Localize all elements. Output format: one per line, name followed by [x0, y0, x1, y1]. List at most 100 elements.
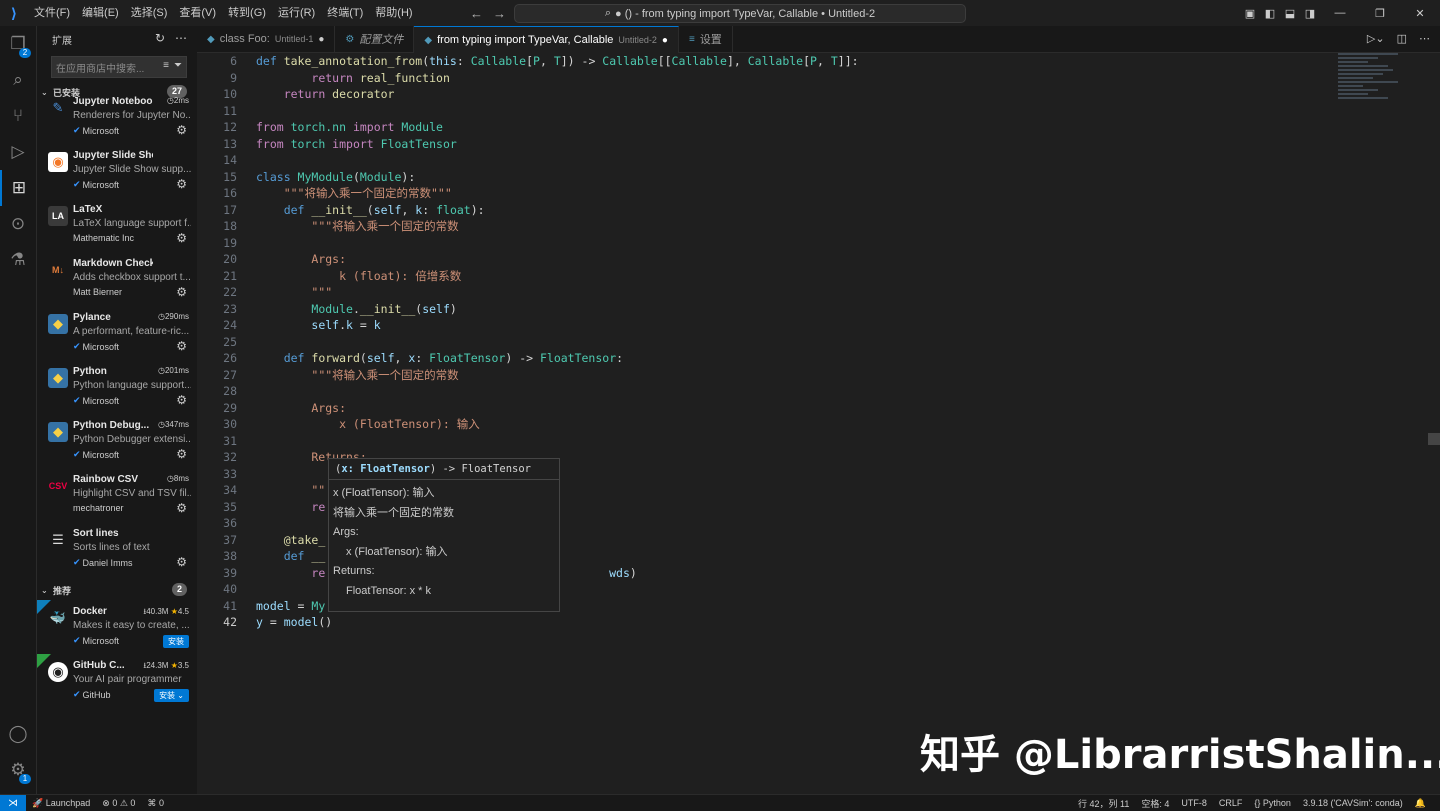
more-actions-icon[interactable]: ⋯	[1419, 32, 1430, 45]
code-line[interactable]: 24 self.k = k	[197, 317, 1337, 334]
extension-search-input[interactable]: 在应用商店中搜索... ≡ ⏷	[51, 56, 187, 78]
language-mode[interactable]: {} Python	[1248, 798, 1297, 808]
code-line[interactable]: 20 Args:	[197, 251, 1337, 268]
toggle-sidebar-icon[interactable]: ◧	[1260, 7, 1280, 20]
code-line[interactable]: 28	[197, 383, 1337, 400]
install-button[interactable]: 安装 ⌄	[154, 689, 189, 702]
back-arrow-icon[interactable]: ←	[470, 6, 483, 21]
clear-filter-icon[interactable]: ≡	[163, 60, 169, 71]
manage-gear-icon[interactable]: ⚙	[176, 501, 187, 515]
manage-gear-icon[interactable]: ⚙	[176, 285, 187, 299]
code-line[interactable]: 25	[197, 334, 1337, 351]
menu-edit[interactable]: 编辑(E)	[76, 0, 125, 26]
remote-icon[interactable]: ⋊	[0, 795, 26, 811]
extension-item[interactable]: ◆ Pylance ◷290ms A performant, feature-ric.…	[37, 306, 197, 360]
extension-item[interactable]: ☰ Sort lines Sorts lines of text ✔ Daniel Im…	[37, 522, 197, 576]
code-line[interactable]: 6 def take_annotation_from(this: Callable…	[197, 53, 1337, 70]
menu-view[interactable]: 查看(V)	[173, 0, 222, 26]
code-line[interactable]: 26 def forward(self, x: FloatTensor) -> …	[197, 350, 1337, 367]
code-line[interactable]: 18 """将输入乘一个固定的常数	[197, 218, 1337, 235]
tab-untitled-2[interactable]: ◆ from typing import TypeVar, Callable U…	[414, 26, 679, 53]
run-debug-icon[interactable]: ▷	[0, 134, 36, 170]
code-line[interactable]: 19	[197, 235, 1337, 252]
close-icon[interactable]: ✕	[1400, 7, 1440, 20]
ports-item[interactable]: ⌘ 0	[141, 798, 170, 809]
unsaved-dot-icon[interactable]: ●	[318, 34, 324, 45]
code-line[interactable]: 13 from torch import FloatTensor	[197, 136, 1337, 153]
extension-item[interactable]: 🐳 Docker ⭳40.3M ★4.5 Makes it easy to creat…	[37, 600, 197, 654]
chevron-down-icon[interactable]: ⌄	[177, 691, 184, 700]
manage-gear-icon[interactable]: ⚙ 1	[0, 752, 36, 788]
python-interpreter[interactable]: 3.9.18 ('CAVSim': conda)	[1297, 798, 1409, 808]
command-center[interactable]: ⌕ ● () - from typing import TypeVar, Cal…	[514, 4, 966, 23]
manage-gear-icon[interactable]: ⚙	[176, 555, 187, 569]
forward-arrow-icon[interactable]: →	[493, 6, 506, 21]
extensions-icon[interactable]: ⊞	[0, 170, 36, 206]
menu-file[interactable]: 文件(F)	[28, 0, 76, 26]
extension-item[interactable]: ◆ Python Debug... ◷347ms Python Debugger ex…	[37, 414, 197, 468]
extension-item[interactable]: ◆ Python ◷201ms Python language support... ✔…	[37, 360, 197, 414]
git-graph-icon[interactable]: ⊙	[0, 206, 36, 242]
notifications-bell-icon[interactable]: 🔔	[1409, 798, 1432, 809]
code-line[interactable]: 15 class MyModule(Module):	[197, 169, 1337, 186]
minimap[interactable]	[1338, 53, 1428, 133]
layout-icon[interactable]: ▣	[1240, 7, 1260, 20]
encoding[interactable]: UTF-8	[1175, 798, 1213, 808]
code-line[interactable]: 23 Module.__init__(self)	[197, 301, 1337, 318]
code-line[interactable]: 42 y = model()	[197, 614, 1337, 631]
code-line[interactable]: 12 from torch.nn import Module	[197, 119, 1337, 136]
problems-item[interactable]: ⊗ 0 ⚠ 0	[96, 798, 141, 809]
explorer-icon[interactable]: ❐ 2	[0, 26, 36, 62]
manage-gear-icon[interactable]: ⚙	[176, 339, 187, 353]
account-icon[interactable]: ◯	[0, 716, 36, 752]
extension-item[interactable]: LA LaTeX LaTeX language support f... Mathem…	[37, 198, 197, 252]
line-ending[interactable]: CRLF	[1213, 798, 1249, 808]
split-editor-icon[interactable]: ◫	[1397, 32, 1407, 45]
code-line[interactable]: 30 x (FloatTensor): 输入	[197, 416, 1337, 433]
vertical-scrollbar[interactable]	[1428, 53, 1440, 794]
extension-item[interactable]: CSV Rainbow CSV ◷8ms Highlight CSV and TSV …	[37, 468, 197, 522]
manage-gear-icon[interactable]: ⚙	[176, 123, 187, 137]
manage-gear-icon[interactable]: ⚙	[176, 447, 187, 461]
menu-terminal[interactable]: 终端(T)	[321, 0, 369, 26]
code-line[interactable]: 29 Args:	[197, 400, 1337, 417]
tab-untitled-1[interactable]: ◆ class Foo: Untitled-1 ●	[197, 26, 336, 52]
code-line[interactable]: 31	[197, 433, 1337, 450]
cursor-position[interactable]: 行 42，列 11	[1072, 797, 1135, 810]
scrollbar-thumb[interactable]	[1428, 433, 1440, 445]
menu-help[interactable]: 帮助(H)	[369, 0, 418, 26]
run-icon[interactable]: ▷⌄	[1367, 32, 1385, 45]
minimize-icon[interactable]: —	[1320, 7, 1360, 19]
install-button[interactable]: 安装	[163, 635, 189, 648]
code-line[interactable]: 27 """将输入乘一个固定的常数	[197, 367, 1337, 384]
restore-icon[interactable]: ❐	[1360, 7, 1400, 20]
code-line[interactable]: 9 return real_function	[197, 70, 1337, 87]
code-line[interactable]: 21 k (float): 倍增系数	[197, 268, 1337, 285]
menu-run[interactable]: 运行(R)	[272, 0, 321, 26]
extension-item[interactable]: ◉ GitHub C... ⭳24.3M ★3.5 Your AI pair prog…	[37, 654, 197, 708]
unsaved-dot-icon[interactable]: ●	[662, 35, 668, 46]
menu-go[interactable]: 转到(G)	[222, 0, 272, 26]
extension-item[interactable]: M↓ Markdown Checkboxes Adds checkbox suppo…	[37, 252, 197, 306]
code-line[interactable]: 16 """将输入乘一个固定的常数"""	[197, 185, 1337, 202]
code-line[interactable]: 11	[197, 103, 1337, 120]
toggle-secondary-sidebar-icon[interactable]: ◨	[1300, 7, 1320, 20]
source-control-icon[interactable]: ⑂	[0, 98, 36, 134]
code-line[interactable]: 10 return decorator	[197, 86, 1337, 103]
tab-settings[interactable]: ≡ 设置	[679, 26, 733, 52]
extension-item[interactable]: ✎ Jupyter Noteboo... ◷2ms Renderers for Jup…	[37, 90, 197, 144]
extension-item[interactable]: ◉ Jupyter Slide Show Jupyter Slide Show su…	[37, 144, 197, 198]
code-line[interactable]: 17 def __init__(self, k: float):	[197, 202, 1337, 219]
menu-selection[interactable]: 选择(S)	[125, 0, 174, 26]
indentation[interactable]: 空格: 4	[1135, 797, 1175, 810]
manage-gear-icon[interactable]: ⚙	[176, 231, 187, 245]
manage-gear-icon[interactable]: ⚙	[176, 393, 187, 407]
testing-icon[interactable]: ⚗	[0, 242, 36, 278]
search-icon[interactable]: ⌕	[0, 62, 36, 98]
manage-gear-icon[interactable]: ⚙	[176, 177, 187, 191]
code-line[interactable]: 22 """	[197, 284, 1337, 301]
recommended-section-header[interactable]: ⌄ 推荐 2	[37, 580, 197, 600]
more-actions-icon[interactable]: ⋯	[175, 31, 187, 45]
toggle-panel-icon[interactable]: ⬓	[1280, 7, 1300, 20]
launchpad-item[interactable]: 🚀 Launchpad	[26, 798, 96, 809]
